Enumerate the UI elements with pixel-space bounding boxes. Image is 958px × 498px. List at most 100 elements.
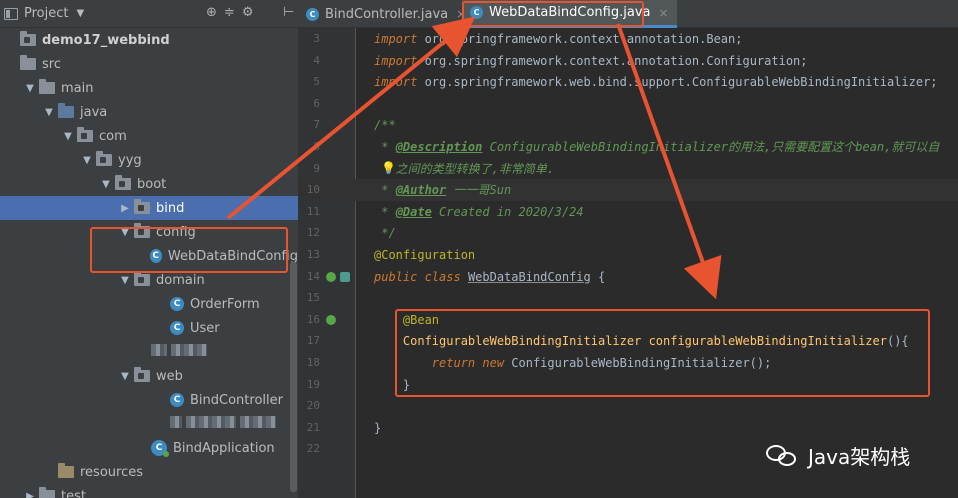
package-icon xyxy=(134,367,150,382)
package-icon xyxy=(77,127,93,142)
code-line[interactable]: 9 💡 之间的类型转换了,非常简单. xyxy=(298,158,958,180)
tree-item-label: java xyxy=(80,104,108,120)
line-number: 13 xyxy=(306,248,320,261)
bean-gutter-icon[interactable] xyxy=(326,271,336,282)
redacted-item xyxy=(170,416,280,432)
line-number: 5 xyxy=(313,75,320,89)
tree-item-label: yyg xyxy=(118,152,142,168)
code-line[interactable]: 4 import org.springframework.context.anno… xyxy=(298,50,958,72)
tree-item-web[interactable]: ▼ web xyxy=(0,364,298,388)
tree-item-com[interactable]: ▼ com xyxy=(0,124,298,148)
bean-gutter-icon[interactable] xyxy=(326,314,336,325)
code-line[interactable]: 14 public class WebDataBindConfig { xyxy=(298,266,958,288)
class-icon: C xyxy=(170,297,184,311)
tree-item-label: main xyxy=(61,80,94,96)
scroll-from-source-icon[interactable]: ⊕ xyxy=(206,5,217,20)
chevron-down-icon[interactable]: ▼ xyxy=(61,131,75,142)
tab-highlight-box xyxy=(462,1,644,27)
code-text: import org.springframework.web.bind.supp… xyxy=(374,75,938,90)
tree-item-java[interactable]: ▼ java xyxy=(0,100,298,124)
chevron-down-icon[interactable]: ▼ xyxy=(80,155,94,166)
code-line[interactable]: 5 import org.springframework.web.bind.sup… xyxy=(298,71,958,93)
gear-icon[interactable]: ⚙ xyxy=(242,5,254,20)
code-line[interactable]: 15 xyxy=(298,287,958,309)
line-number: 4 xyxy=(313,53,320,67)
tree-item-label: User xyxy=(190,320,220,336)
line-number: 21 xyxy=(306,420,320,434)
tab-bind-controller[interactable]: C BindController.java × xyxy=(298,0,474,28)
tree-item-bindapplication[interactable]: C BindApplication xyxy=(0,436,298,460)
chevron-down-icon[interactable]: ▼ xyxy=(118,371,132,382)
chevron-down-icon[interactable]: ▼ xyxy=(118,275,132,286)
redacted-block xyxy=(171,344,207,356)
code-line[interactable]: 6 xyxy=(298,93,958,115)
code-line[interactable]: 11 * @Date Created in 2020/3/24 xyxy=(298,201,958,223)
project-panel-title[interactable]: Project xyxy=(24,6,68,21)
chevron-right-icon[interactable]: ▶ xyxy=(23,491,37,498)
code-text: import org.springframework.context.annot… xyxy=(374,32,743,46)
hide-panel-icon[interactable]: ⊢ xyxy=(283,5,294,20)
code-text: 之间的类型转换了,非常简单. xyxy=(374,161,555,176)
code-text: * @Date Created in 2020/3/24 xyxy=(374,204,584,219)
code-line[interactable]: 7 /** xyxy=(298,114,958,136)
tree-item-label: web xyxy=(156,368,183,384)
line-number: 9 xyxy=(313,161,320,175)
tree-item-orderform[interactable]: C OrderForm xyxy=(0,292,298,316)
tree-item-label: boot xyxy=(137,176,167,192)
line-number: 20 xyxy=(306,399,320,413)
line-number: 7 xyxy=(313,118,320,132)
chevron-down-icon[interactable]: ▼ xyxy=(23,83,37,94)
code-line[interactable]: 21} xyxy=(298,417,958,439)
class-icon: C xyxy=(170,321,184,335)
config-highlight-box xyxy=(90,227,288,273)
code-line[interactable]: 20 xyxy=(298,395,958,417)
code-editor[interactable]: 3 import org.springframework.context.anno… xyxy=(298,28,958,498)
line-number: 15 xyxy=(306,291,320,305)
collapse-all-icon[interactable]: ≑ xyxy=(224,5,235,20)
tree-item-label: BindController xyxy=(190,392,283,408)
tree-item-hidden[interactable] xyxy=(0,340,298,364)
tree-item-label: test xyxy=(61,488,86,498)
code-line[interactable]: 12 */ xyxy=(298,222,958,244)
tree-item-label: src xyxy=(42,56,61,72)
code-line[interactable]: 13 @Configuration xyxy=(298,244,958,266)
tree-item-label: demo17_webbind xyxy=(42,32,170,48)
tree-item-demo17_webbind[interactable]: demo17_webbind xyxy=(0,28,298,52)
line-number: 22 xyxy=(306,442,320,456)
chevron-down-icon[interactable]: ▼ xyxy=(76,8,84,19)
line-number: 19 xyxy=(306,377,320,391)
panel-scrollbar[interactable] xyxy=(290,262,297,492)
resources-folder-icon xyxy=(58,463,74,478)
tree-item-hidden[interactable] xyxy=(0,412,298,436)
tree-item-bindcontroller[interactable]: C BindController xyxy=(0,388,298,412)
package-icon xyxy=(96,151,112,166)
tree-item-label: OrderForm xyxy=(190,296,260,312)
line-number: 14 xyxy=(306,269,320,283)
folder-icon xyxy=(39,487,55,498)
tree-item-bind[interactable]: ▶ bind xyxy=(0,196,298,220)
class-icon: C xyxy=(306,7,319,21)
chevron-down-icon[interactable]: ▼ xyxy=(99,179,113,190)
source-folder-icon xyxy=(58,103,74,118)
chevron-down-icon[interactable]: ▼ xyxy=(42,107,56,118)
tree-item-yyg[interactable]: ▼ yyg xyxy=(0,148,298,172)
line-number: 17 xyxy=(306,334,320,348)
tree-item-src[interactable]: src xyxy=(0,52,298,76)
tree-item-label: bind xyxy=(156,200,185,216)
tree-item-boot[interactable]: ▼ boot xyxy=(0,172,298,196)
redacted-block xyxy=(240,416,276,428)
tree-item-test[interactable]: ▶ test xyxy=(0,484,298,498)
tree-item-user[interactable]: C User xyxy=(0,316,298,340)
code-line[interactable]: 8 * @Description ConfigurableWebBindingI… xyxy=(298,136,958,158)
config-gutter-icon[interactable] xyxy=(340,271,350,282)
chevron-right-icon[interactable]: ▶ xyxy=(118,203,132,214)
package-icon xyxy=(134,199,150,214)
package-icon xyxy=(115,175,131,190)
tree-item-main[interactable]: ▼ main xyxy=(0,76,298,100)
code-line[interactable]: 10 * @Author 一一哥Sun xyxy=(298,179,958,202)
code-line[interactable]: 3 import org.springframework.context.anno… xyxy=(298,28,958,50)
tree-item-resources[interactable]: resources xyxy=(0,460,298,484)
folder-icon xyxy=(39,79,55,94)
close-icon[interactable]: × xyxy=(658,6,668,20)
folder-icon xyxy=(20,55,36,70)
